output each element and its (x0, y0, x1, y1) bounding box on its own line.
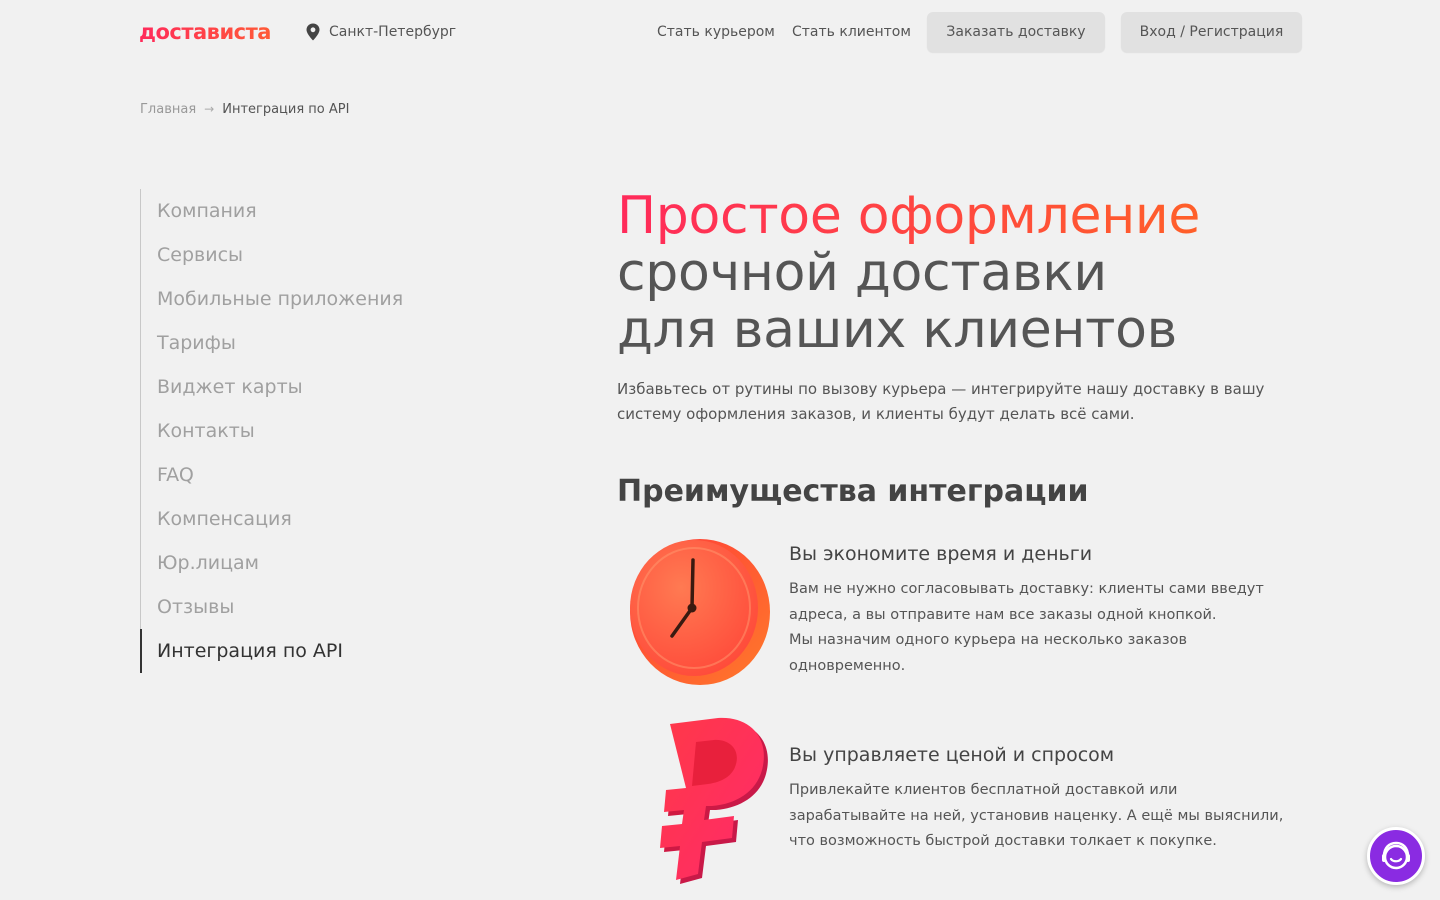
location-pin-icon (306, 23, 320, 41)
advantage-2-title: Вы управляете ценой и спросом (789, 744, 1115, 766)
sidebar-item-company[interactable]: Компания (157, 196, 257, 226)
advantage-2-line-2: зарабатывайте на ней, установив наценку.… (789, 807, 1284, 824)
sidebar-item-mobile-apps[interactable]: Мобильные приложения (157, 284, 403, 314)
advantage-1-line-2: адреса, а вы отправите нам все заказы од… (789, 606, 1217, 623)
clock-icon (630, 539, 770, 685)
sidebar-item-services[interactable]: Сервисы (157, 240, 243, 270)
sidebar-item-legal-entities[interactable]: Юр.лицам (157, 548, 259, 578)
page-subtitle-line-2: систему оформления заказов, и клиенты бу… (617, 405, 1135, 423)
sidebar-item-compensation[interactable]: Компенсация (157, 504, 292, 534)
page-title-line-2: срочной доставки (617, 243, 1107, 303)
nav-become-courier[interactable]: Стать курьером (657, 22, 775, 42)
advantage-2-text: Привлекайте клиентов бесплатной доставко… (789, 778, 1309, 855)
advantage-1-line-1: Вам не нужно согласовывать доставку: кли… (789, 581, 1264, 597)
advantage-2-line-3: что возможность быстрой доставки толкает… (789, 833, 1217, 849)
breadcrumb: Главная → Интеграция по API (140, 100, 349, 118)
headset-icon (1382, 841, 1410, 870)
nav-become-client[interactable]: Стать клиентом (792, 22, 911, 42)
header: достависта Санкт-Петербург Стать курьеро… (0, 0, 1440, 64)
advantage-2-line-1: Привлекайте клиентов бесплатной доставко… (789, 782, 1178, 798)
sidebar-item-faq[interactable]: FAQ (157, 460, 194, 490)
sidebar-item-map-widget[interactable]: Виджет карты (157, 372, 303, 402)
page-subtitle: Избавьтесь от рутины по вызову курьера —… (617, 377, 1297, 427)
page-title-highlight: Простое оформление (617, 188, 1317, 245)
sidebar-item-tariffs[interactable]: Тарифы (157, 328, 236, 358)
sidebar-active-indicator (140, 629, 142, 673)
page-subtitle-line-1: Избавьтесь от рутины по вызову курьера —… (617, 380, 1265, 398)
sidebar-item-api-integration[interactable]: Интеграция по API (157, 636, 343, 666)
advantage-1-line-4: одновременно. (789, 657, 906, 674)
breadcrumb-arrow-icon: → (204, 102, 215, 116)
page-title-line-3: для ваших клиентов (617, 300, 1177, 360)
city-label: Санкт-Петербург (329, 24, 457, 40)
breadcrumb-current: Интеграция по API (222, 101, 350, 117)
advantages-title: Преимущества интеграции (617, 474, 1089, 509)
city-selector[interactable]: Санкт-Петербург (305, 22, 456, 42)
sidebar-menu: Компания Сервисы Мобильные приложения Та… (140, 189, 470, 673)
order-delivery-button[interactable]: Заказать доставку (927, 12, 1105, 52)
login-register-button[interactable]: Вход / Регистрация (1121, 12, 1302, 52)
advantage-1-line-3: Мы назначим одного курьера на несколько … (789, 632, 1187, 648)
ruble-icon (660, 717, 768, 884)
sidebar-item-reviews[interactable]: Отзывы (157, 592, 234, 622)
chat-support-button[interactable] (1367, 827, 1425, 885)
advantage-1-text: Вам не нужно согласовывать доставку: кли… (789, 577, 1309, 679)
logo[interactable]: достависта (139, 20, 271, 44)
sidebar-item-contacts[interactable]: Контакты (157, 416, 255, 446)
advantage-1-title: Вы экономите время и деньги (789, 543, 1093, 565)
breadcrumb-home[interactable]: Главная (140, 102, 196, 117)
page-title: Простое оформление срочной доставки для … (617, 188, 1317, 359)
